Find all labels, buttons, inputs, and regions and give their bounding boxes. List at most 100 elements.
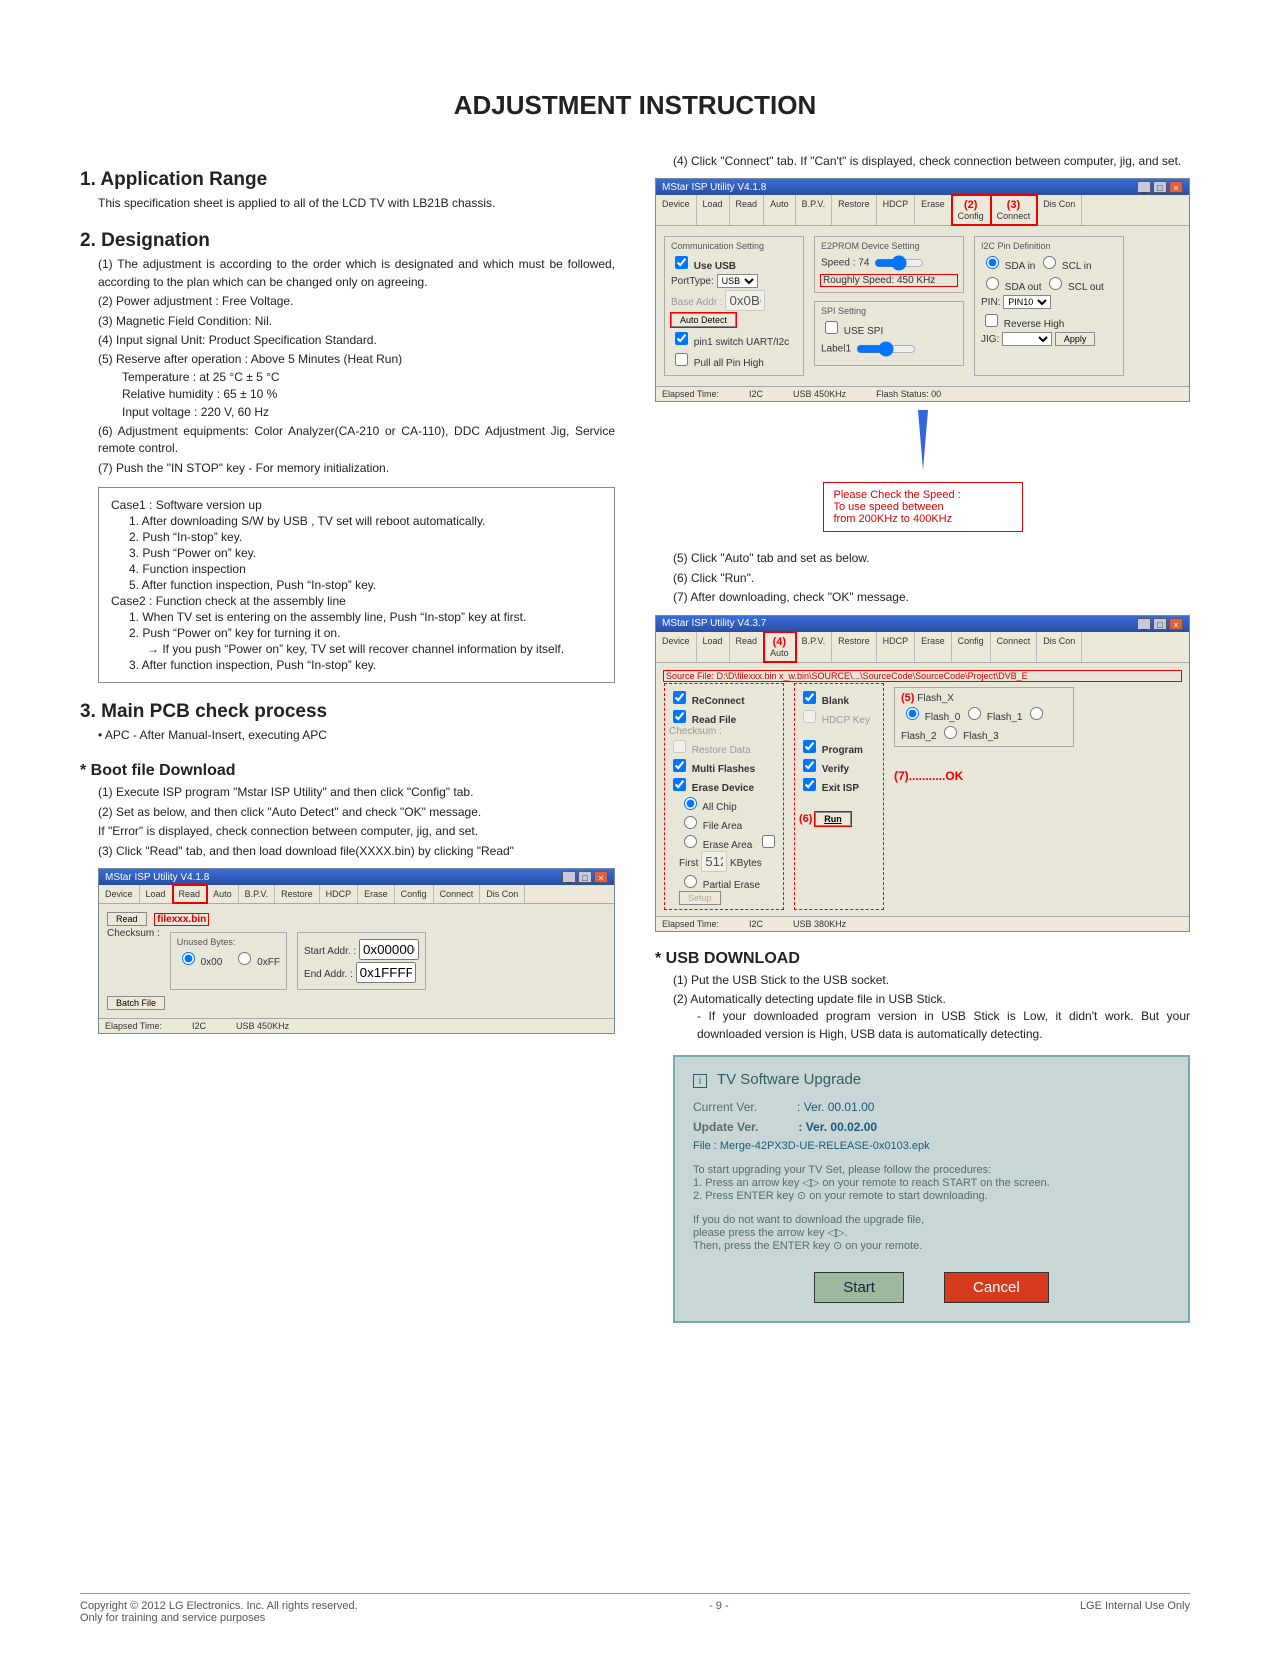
filearea-radio[interactable]: File Area bbox=[679, 821, 742, 832]
pin-select[interactable]: PIN10 bbox=[1003, 295, 1051, 309]
tab-load[interactable]: Load bbox=[140, 885, 173, 903]
usb-i2a: - If your downloaded program version in … bbox=[697, 1008, 1190, 1043]
mark2: (2) bbox=[964, 199, 977, 211]
tab-read[interactable]: Read bbox=[730, 632, 765, 662]
readfile-check[interactable]: Read File bbox=[669, 715, 736, 726]
tab-read[interactable]: Read bbox=[730, 195, 765, 225]
partial-radio[interactable]: Partial Erase bbox=[679, 880, 760, 891]
close-icon[interactable]: × bbox=[1169, 618, 1183, 630]
section2-heading: 2. Designation bbox=[80, 230, 615, 252]
tv-title: i TV Software Upgrade bbox=[693, 1071, 1170, 1088]
tab-auto[interactable]: Auto bbox=[764, 195, 796, 225]
section3-heading: 3. Main PCB check process bbox=[80, 701, 615, 723]
usb2: USB 450KHz bbox=[793, 389, 846, 399]
app3-toolbar: Device Load Read (4) Auto B.P.V. Restore… bbox=[656, 632, 1189, 663]
tab-connect[interactable]: Connect bbox=[434, 885, 481, 903]
tab-discon[interactable]: Dis Con bbox=[1037, 195, 1082, 225]
spi-slider[interactable] bbox=[856, 341, 916, 357]
right-i4: (4) Click "Connect" tab. If "Can't" is d… bbox=[673, 153, 1190, 170]
pin1-check[interactable]: pin1 switch UART/I2c bbox=[671, 337, 789, 348]
tab-hdcp[interactable]: HDCP bbox=[877, 195, 916, 225]
sclout-radio[interactable]: SCL out bbox=[1044, 282, 1104, 293]
tab-bpv[interactable]: B.P.V. bbox=[239, 885, 276, 903]
tab-config[interactable]: Config bbox=[395, 885, 434, 903]
minimize-icon[interactable]: _ bbox=[1137, 618, 1151, 630]
cancel-button[interactable]: Cancel bbox=[944, 1272, 1049, 1303]
run-button[interactable]: Run bbox=[815, 812, 851, 826]
start-button[interactable]: Start bbox=[814, 1272, 904, 1303]
multi-check[interactable]: Multi Flashes bbox=[669, 764, 755, 775]
tab-load[interactable]: Load bbox=[697, 632, 730, 662]
tab-bpv[interactable]: B.P.V. bbox=[796, 195, 833, 225]
tab-restore[interactable]: Restore bbox=[832, 632, 877, 662]
flash3-radio[interactable]: Flash_3 bbox=[939, 731, 998, 742]
minimize-icon[interactable]: _ bbox=[562, 871, 576, 883]
app1-panel: Read filexxx.bin Checksum : Unused Bytes… bbox=[99, 904, 614, 1018]
erasedev-check[interactable]: Erase Device bbox=[669, 783, 754, 794]
close-icon[interactable]: × bbox=[594, 871, 608, 883]
radio-0xff[interactable]: 0xFF bbox=[233, 957, 280, 968]
read-button[interactable]: Read bbox=[107, 912, 147, 926]
s2-item5-sub: Temperature : at 25 °C ± 5 °C Relative h… bbox=[122, 369, 615, 421]
flashx-group: (5) Flash_X Flash_0 Flash_1 Flash_2 Flas… bbox=[894, 687, 1074, 747]
tab-hdcp[interactable]: HDCP bbox=[877, 632, 916, 662]
tab-restore[interactable]: Restore bbox=[832, 195, 877, 225]
end-addr-input[interactable] bbox=[356, 962, 416, 983]
close-icon[interactable]: × bbox=[1169, 181, 1183, 193]
tab-load[interactable]: Load bbox=[697, 195, 730, 225]
tab-read[interactable]: Read bbox=[173, 885, 208, 903]
elapsed3: Elapsed Time: bbox=[662, 919, 719, 929]
start-addr-input[interactable] bbox=[359, 939, 419, 960]
flash0-radio[interactable]: Flash_0 bbox=[901, 712, 960, 723]
allchip-radio[interactable]: All Chip bbox=[679, 802, 737, 813]
usb-label: USB 450KHz bbox=[236, 1021, 289, 1031]
tab-discon[interactable]: Dis Con bbox=[1037, 632, 1082, 662]
tab-erase[interactable]: Erase bbox=[915, 195, 952, 225]
tab-connect[interactable]: Connect bbox=[991, 632, 1038, 662]
source-file: Source File: D:\D\filexxx.bin x_w.bin\SO… bbox=[664, 671, 1181, 681]
tab-erase[interactable]: Erase bbox=[358, 885, 395, 903]
app2-statusbar: Elapsed Time: I2C USB 450KHz Flash Statu… bbox=[656, 386, 1189, 401]
batch-file-button[interactable]: Batch File bbox=[107, 996, 165, 1010]
maximize-icon[interactable]: □ bbox=[1153, 181, 1167, 193]
tab-config[interactable]: (2) Config bbox=[952, 195, 991, 225]
autodetect-button[interactable]: Auto Detect bbox=[671, 313, 736, 327]
tab-hdcp[interactable]: HDCP bbox=[320, 885, 359, 903]
mark6: (6) bbox=[799, 813, 812, 825]
tab-auto[interactable]: Auto bbox=[207, 885, 239, 903]
tab-device[interactable]: Device bbox=[656, 195, 697, 225]
use-usb-check[interactable]: Use USB bbox=[671, 261, 736, 272]
tab-config[interactable]: Config bbox=[952, 632, 991, 662]
tab-bpv[interactable]: B.P.V. bbox=[796, 632, 833, 662]
blank-check[interactable]: Blank bbox=[799, 696, 849, 707]
tab-erase[interactable]: Erase bbox=[915, 632, 952, 662]
tab-device[interactable]: Device bbox=[656, 632, 697, 662]
tab-restore[interactable]: Restore bbox=[275, 885, 320, 903]
sdain-radio[interactable]: SDA in bbox=[981, 261, 1035, 272]
porttype-select[interactable]: USB bbox=[717, 274, 758, 288]
usespi-check[interactable]: USE SPI bbox=[821, 326, 883, 337]
tab-device[interactable]: Device bbox=[99, 885, 140, 903]
sclin-radio[interactable]: SCL in bbox=[1038, 261, 1091, 272]
sdaout-radio[interactable]: SDA out bbox=[981, 282, 1041, 293]
minimize-icon[interactable]: _ bbox=[1137, 181, 1151, 193]
exitisp-check[interactable]: Exit ISP bbox=[799, 783, 859, 794]
revhigh-check[interactable]: Reverse High bbox=[981, 319, 1064, 330]
tab-connect[interactable]: (3) Connect bbox=[991, 195, 1038, 225]
jig-select[interactable] bbox=[1002, 332, 1052, 346]
apply-button[interactable]: Apply bbox=[1055, 332, 1096, 346]
speed-label: Speed : 74 bbox=[821, 258, 869, 269]
tab-auto[interactable]: (4) Auto bbox=[764, 632, 796, 662]
pullall-check[interactable]: Pull all Pin High bbox=[671, 358, 764, 369]
program-check[interactable]: Program bbox=[799, 745, 863, 756]
flash1-radio[interactable]: Flash_1 bbox=[963, 712, 1022, 723]
radio-0x00[interactable]: 0x00 bbox=[177, 957, 222, 968]
restoredata-check: Restore Data bbox=[669, 745, 751, 756]
verify-check[interactable]: Verify bbox=[799, 764, 849, 775]
tab-discon[interactable]: Dis Con bbox=[480, 885, 525, 903]
erasearea-radio[interactable]: Erase Area bbox=[679, 840, 752, 851]
maximize-icon[interactable]: □ bbox=[1153, 618, 1167, 630]
speed-slider[interactable] bbox=[874, 255, 924, 271]
reconnect-check[interactable]: ReConnect bbox=[669, 696, 745, 707]
maximize-icon[interactable]: □ bbox=[578, 871, 592, 883]
